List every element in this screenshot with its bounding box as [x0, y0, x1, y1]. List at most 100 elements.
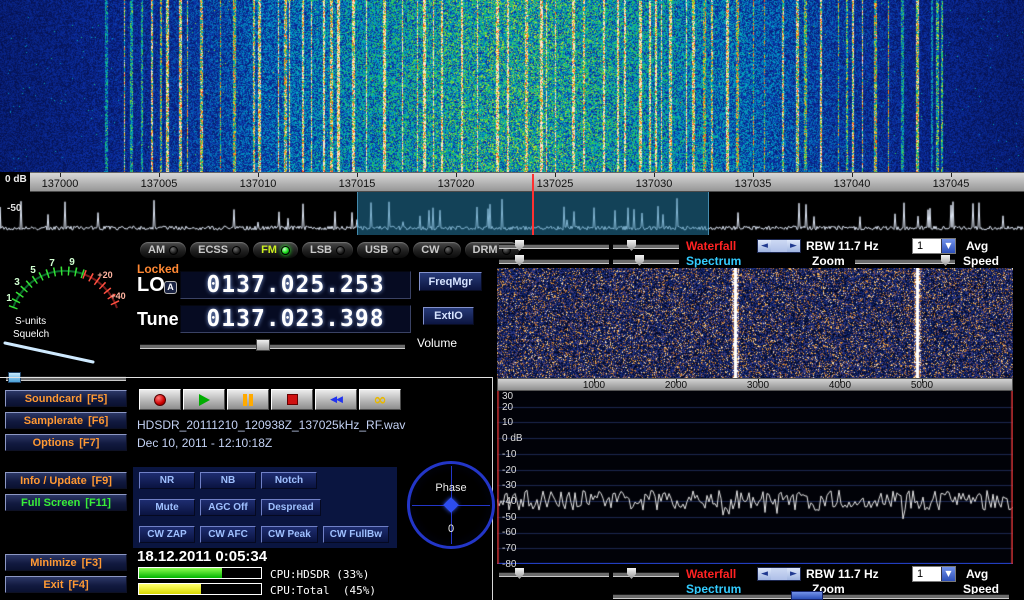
rewind-button[interactable]: ◀◀ — [315, 389, 357, 410]
spectrum-tab[interactable]: Spectrum — [686, 254, 741, 268]
smeter-over-label: +20 — [97, 270, 112, 280]
slider-thumb[interactable] — [515, 568, 524, 579]
exit-button[interactable]: Exit[F4] — [5, 576, 127, 593]
fkey-button-key: [F3] — [82, 557, 102, 569]
zoom-right-arrow-icon[interactable]: ► — [787, 568, 800, 580]
fkey-button-label: Options — [33, 437, 75, 449]
stop-button[interactable] — [271, 389, 313, 410]
freq-tick-label: 137035 — [735, 178, 772, 190]
smeter-green-ticks — [13, 271, 84, 308]
extio-button[interactable]: ExtIO — [423, 307, 474, 325]
dsp-mute-button[interactable]: Mute — [139, 499, 195, 516]
dsp-button-row: NR NB Notch — [139, 472, 391, 489]
zoom-track[interactable] — [771, 568, 787, 580]
dropdown-arrow-icon[interactable]: ▼ — [941, 239, 955, 253]
tick-mark — [357, 173, 358, 177]
recording-date: Dec 10, 2011 - 12:10:18Z — [137, 436, 272, 450]
waterfall-speed-slider[interactable] — [613, 589, 1009, 600]
zoom-track[interactable] — [771, 240, 787, 252]
tune-frequency-display[interactable]: 0137.023.398 — [180, 305, 411, 333]
mode-button-label: FM — [261, 244, 277, 256]
dropdown-arrow-icon[interactable]: ▼ — [941, 567, 955, 581]
zoom-scrollbar[interactable]: ◄ ► — [757, 239, 801, 253]
minimize-button[interactable]: Minimize[F3] — [5, 554, 127, 571]
soundcard-button[interactable]: Soundcard[F5] — [5, 390, 127, 407]
phase-indicator: Phase 0 — [407, 461, 495, 549]
main-frequency-ruler[interactable]: 1370001370051370101370151370201370251370… — [0, 172, 1024, 192]
smeter-needle — [5, 343, 93, 362]
rf-waterfall[interactable] — [497, 268, 1013, 378]
avg-select[interactable]: 1 ▼ — [912, 566, 956, 582]
record-button[interactable] — [139, 389, 181, 410]
volume-slider[interactable] — [140, 339, 405, 352]
dsp-cw-zap-button[interactable]: CW ZAP — [139, 526, 195, 543]
slider-thumb[interactable] — [627, 568, 636, 579]
fkey-button-label: Info / Update — [20, 475, 87, 487]
info-update-button[interactable]: Info / Update[F9] — [5, 472, 127, 489]
smeter-over-label: +40 — [110, 291, 125, 301]
dsp-despread-button[interactable]: Despread — [261, 499, 321, 516]
s-meter: 1 3 5 7 9 +20 +40 S-units Squelch — [1, 238, 129, 366]
mode-button-usb[interactable]: USB — [356, 241, 410, 259]
zoom-left-arrow-icon[interactable]: ◄ — [758, 568, 771, 580]
tune-marker[interactable] — [532, 174, 534, 235]
slider-thumb[interactable] — [627, 240, 636, 251]
samplerate-button[interactable]: Samplerate[F6] — [5, 412, 127, 429]
mode-button-label: LSB — [310, 244, 332, 256]
dsp-button-row: CW ZAP CW AFC CW Peak CW FullBw — [139, 526, 391, 543]
slider-thumb[interactable] — [941, 255, 950, 266]
slider-thumb[interactable] — [791, 591, 823, 600]
spectrum-upper-limit-slider[interactable] — [499, 254, 609, 267]
waterfall-upper-limit-slider[interactable] — [499, 239, 609, 252]
main-waterfall[interactable] — [0, 0, 1024, 172]
rbw-label: RBW 11.7 Hz — [806, 239, 879, 253]
slider-thumb[interactable] — [515, 240, 524, 251]
mode-button-cw[interactable]: CW — [412, 241, 461, 259]
mode-button-lsb[interactable]: LSB — [301, 241, 354, 259]
volume-thumb[interactable] — [256, 339, 270, 351]
dsp-cw-fullbw-button[interactable]: CW FullBw — [323, 526, 389, 543]
dsp-cw-peak-button[interactable]: CW Peak — [261, 526, 318, 543]
lo-lock-badge[interactable]: A — [164, 281, 177, 294]
waterfall-tab[interactable]: Waterfall — [686, 239, 736, 253]
spectrum-lower-limit-slider[interactable] — [613, 254, 679, 267]
pause-button[interactable] — [227, 389, 269, 410]
record-icon — [154, 394, 166, 406]
mode-button-ecss[interactable]: ECSS — [189, 241, 250, 259]
squelch-label: Squelch — [13, 329, 49, 340]
rewind-icon: ◀◀ — [330, 395, 342, 405]
slider-thumb[interactable] — [515, 255, 524, 266]
mode-button-fm[interactable]: FM — [252, 241, 299, 259]
fkey-button-key: [F4] — [69, 579, 89, 591]
phase-value: 0 — [410, 523, 492, 535]
waterfall-upper-limit-slider[interactable] — [499, 567, 609, 580]
mode-button-label: ECSS — [198, 244, 228, 256]
freq-tick-label: 1000 — [583, 380, 605, 391]
zoom-right-arrow-icon[interactable]: ► — [787, 240, 800, 252]
mode-button-am[interactable]: AM — [139, 241, 187, 259]
full-screen-button[interactable]: Full Screen[F11] — [5, 494, 127, 511]
options-button[interactable]: Options[F7] — [5, 434, 127, 451]
zoom-scrollbar[interactable]: ◄ ► — [757, 567, 801, 581]
waterfall-lower-limit-slider[interactable] — [613, 567, 679, 580]
avg-select[interactable]: 1 ▼ — [912, 238, 956, 254]
freqmgr-button[interactable]: FreqMgr — [419, 272, 482, 291]
waterfall-lower-limit-slider[interactable] — [613, 239, 679, 252]
dsp-agc-off-button[interactable]: AGC Off — [200, 499, 256, 516]
rf-frequency-ruler[interactable]: 10002000300040005000 — [497, 378, 1013, 391]
waterfall-tab[interactable]: Waterfall — [686, 567, 736, 581]
dsp-nb-button[interactable]: NB — [200, 472, 256, 489]
loop-button[interactable]: ∞ — [359, 389, 401, 410]
lo-label: LO — [137, 274, 165, 297]
rf-spectrum[interactable] — [497, 391, 1013, 564]
dsp-cw-afc-button[interactable]: CW AFC — [200, 526, 256, 543]
play-button[interactable] — [183, 389, 225, 410]
mode-led-icon — [392, 246, 401, 255]
lo-frequency-display[interactable]: 0137.025.253 — [180, 271, 411, 299]
slider-thumb[interactable] — [635, 255, 644, 266]
freq-tick-label: 137045 — [933, 178, 970, 190]
avg-speed-slider[interactable] — [855, 254, 955, 267]
dsp-notch-button[interactable]: Notch — [261, 472, 317, 489]
dsp-nr-button[interactable]: NR — [139, 472, 195, 489]
zoom-left-arrow-icon[interactable]: ◄ — [758, 240, 771, 252]
